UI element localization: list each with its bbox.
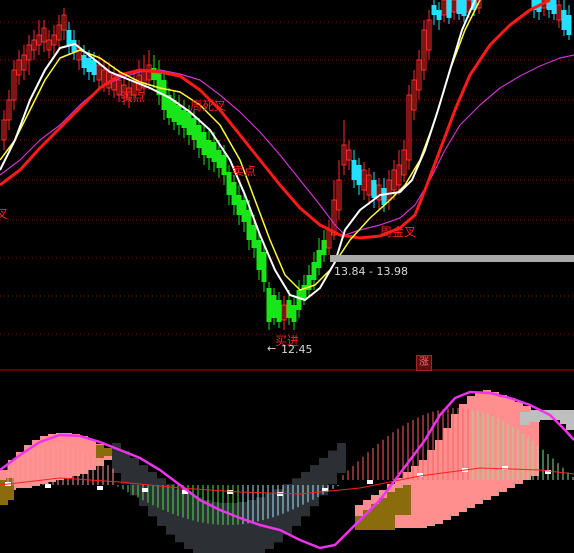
candle-body — [201, 132, 207, 155]
candle-body — [276, 300, 282, 322]
candle-body — [211, 142, 217, 162]
oscillator-bar-grey — [566, 410, 574, 430]
candle-body — [71, 40, 77, 52]
candle-body — [81, 55, 87, 68]
ma-magenta-line — [0, 54, 574, 236]
candle-body — [231, 182, 237, 205]
candle-body — [356, 165, 362, 185]
candle-body — [291, 305, 297, 322]
oscillator-bar-dark — [328, 450, 337, 485]
candle-body — [371, 180, 377, 198]
oscillator-bar-dark — [121, 450, 130, 485]
oscillator-marker — [227, 490, 233, 494]
oscillator-bar-olive — [403, 485, 411, 515]
oscillator-marker — [142, 488, 148, 492]
kline-chart-canvas — [0, 0, 574, 553]
oscillator-bar-olive — [96, 445, 104, 458]
candle-body — [216, 150, 222, 168]
candle-body — [566, 15, 572, 35]
oscillator-bar-dark — [166, 484, 175, 535]
candle-body — [351, 160, 357, 180]
candle-body — [91, 60, 97, 75]
candle-body — [246, 210, 252, 240]
price-band-bar — [330, 255, 574, 262]
price-band-label: 13.84 - 13.98 — [334, 265, 408, 278]
oscillator-bar-pink — [483, 390, 491, 500]
left-edge-label: 叉 — [0, 207, 9, 221]
candle-body — [271, 295, 277, 318]
candle-body — [561, 10, 567, 30]
candle-body — [181, 110, 187, 128]
candle-body — [196, 125, 202, 148]
candle-body — [261, 252, 267, 282]
candle-body — [381, 188, 387, 205]
oscillator-bar-olive — [379, 498, 387, 530]
candle-body — [461, 0, 467, 16]
oscillator-bar-dark — [337, 443, 346, 473]
candle-body — [191, 118, 197, 140]
oscillator-bar-olive — [395, 488, 403, 515]
sell-point-label: 卖点 — [232, 164, 257, 178]
oscillator-marker — [367, 480, 373, 484]
candle-body — [296, 290, 302, 310]
weekly-death-cross-label: 周死叉 — [190, 99, 227, 113]
buy-signal-label-1: 买点 — [121, 90, 146, 104]
candle-body — [221, 155, 227, 175]
rise-badge[interactable]: 涨 — [416, 355, 432, 371]
candle-body — [226, 172, 232, 195]
candle-body — [251, 225, 257, 248]
oscillator-bar-grey — [530, 410, 540, 422]
weekly-golden-cross-label: 周金叉 — [380, 225, 417, 239]
candle-body — [206, 140, 212, 158]
oscillator-panel — [0, 390, 574, 553]
candle-body — [236, 195, 242, 215]
oscillator-bar-grey — [520, 412, 530, 425]
candle-body — [431, 5, 437, 15]
stock-chart: 买点 周死叉 卖点 周金叉 买进 叉 13.84 - 13.98 ← 12.45… — [0, 0, 574, 553]
candle-body — [436, 10, 442, 20]
oscillator-bar-pink — [435, 440, 443, 524]
candle-body — [186, 112, 192, 135]
candle-body — [176, 105, 182, 125]
ma-red-line — [0, 0, 551, 240]
oscillator-bar-olive — [104, 448, 112, 456]
candle-body — [446, 0, 452, 18]
oscillator-bar-pink — [40, 436, 48, 484]
oscillator-marker — [277, 492, 283, 496]
candle-body — [241, 200, 247, 222]
candle-body — [266, 288, 272, 322]
candle-body — [86, 58, 92, 72]
oscillator-bar-pink — [80, 436, 88, 474]
candle-body — [456, 0, 462, 14]
oscillator-bar-pink — [88, 440, 96, 470]
low-price-arrow: ← — [267, 342, 277, 355]
oscillator-bar-pink — [443, 428, 451, 520]
candle-body — [311, 262, 317, 280]
candle-body — [551, 0, 557, 14]
oscillator-marker — [97, 486, 103, 490]
oscillator-bar-olive — [387, 492, 395, 530]
candle-body — [66, 30, 72, 45]
candle-body — [321, 240, 327, 255]
candle-body — [256, 240, 262, 270]
low-price-label: 12.45 — [281, 343, 313, 356]
candle-body — [301, 285, 307, 300]
oscillator-marker — [45, 484, 51, 488]
candle-body — [286, 300, 292, 318]
oscillator-bar-pink — [475, 392, 483, 504]
candle-body — [171, 100, 177, 122]
candle-body — [316, 250, 322, 268]
price-grid — [0, 21, 574, 335]
oscillator-bar-pink — [48, 434, 56, 482]
